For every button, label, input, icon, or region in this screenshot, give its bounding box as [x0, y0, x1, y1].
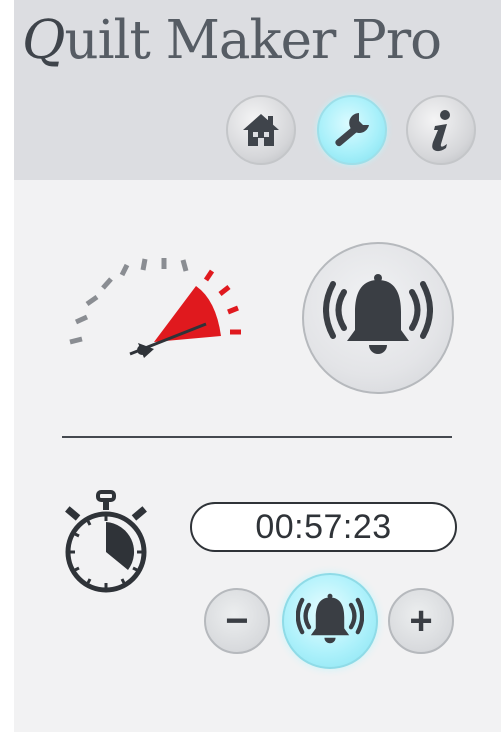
speedometer-icon [69, 258, 241, 358]
app-frame: Quilt Maker Pro 00:57:23 − + [14, 0, 501, 732]
timer-display: 00:57:23 [190, 502, 457, 552]
info-button[interactable] [406, 95, 476, 165]
settings-button[interactable] [317, 95, 387, 165]
plus-icon: + [409, 598, 433, 643]
wrench-icon [335, 113, 369, 147]
home-icon [243, 114, 279, 146]
main-content: 00:57:23 − + [14, 180, 501, 732]
bell-ringing-icon [296, 593, 364, 644]
app-header: Quilt Maker Pro [14, 0, 501, 180]
app-title-initial: Q [22, 10, 65, 71]
home-button[interactable] [226, 95, 296, 165]
minus-icon: − [225, 598, 249, 643]
increase-time-button[interactable]: + [388, 588, 454, 654]
bell-ringing-icon [323, 274, 433, 354]
app-title-rest: uilt Maker Pro [64, 10, 442, 71]
app-title: Quilt Maker Pro [22, 10, 442, 71]
speed-alarm-button[interactable] [302, 242, 454, 394]
section-divider [62, 436, 452, 438]
stopwatch-icon [65, 490, 147, 593]
timer-alarm-button[interactable] [282, 573, 378, 669]
info-icon [432, 110, 450, 152]
decrease-time-button[interactable]: − [204, 588, 270, 654]
